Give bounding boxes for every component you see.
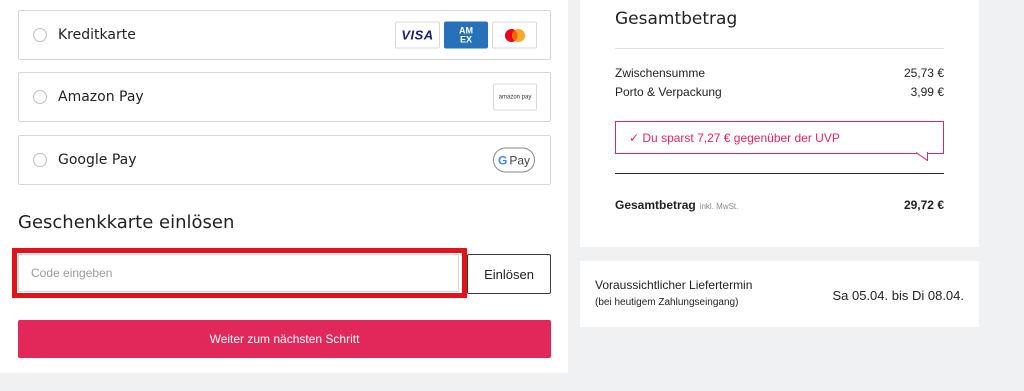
savings-text: ✓ Du sparst 7,27 € gegenüber der UVP <box>629 130 840 145</box>
delivery-panel: Voraussichtlicher Liefertermin (bei heut… <box>580 261 979 327</box>
savings-bubble-tail-icon <box>916 152 928 161</box>
mastercard-logo-icon <box>492 21 537 49</box>
next-step-button[interactable]: Weiter zum nächsten Schritt <box>18 320 551 358</box>
total-value: 29,72 € <box>903 198 944 212</box>
google-pay-logo-text: Pay <box>509 153 531 167</box>
payment-label-google-pay: Google Pay <box>58 152 137 168</box>
card-logos: VISA AM EX <box>395 21 537 49</box>
radio-amazon-pay[interactable] <box>33 90 47 104</box>
payment-option-google-pay[interactable]: Google Pay G Pay <box>18 135 551 185</box>
payment-option-amazon-pay[interactable]: Amazon Pay amazon pay <box>18 72 551 122</box>
total-row: Gesamtbetrag inkl. MwSt. 29,72 € <box>615 196 944 214</box>
delivery-sub-label: (bei heutigem Zahlungseingang) <box>595 297 739 308</box>
shipping-row: Porto & Verpackung 3,99 € <box>615 85 944 99</box>
amazon-pay-logo-icon: amazon pay <box>493 83 537 111</box>
radio-kreditkarte[interactable] <box>33 28 47 42</box>
radio-google-pay[interactable] <box>33 153 47 167</box>
visa-logo-icon: VISA <box>395 21 440 49</box>
amazon-pay-logos: amazon pay <box>493 83 537 111</box>
summary-divider <box>615 48 944 49</box>
subtotal-row: Zwischensumme 25,73 € <box>615 66 944 80</box>
shipping-label: Porto & Verpackung <box>615 85 722 99</box>
savings-notice: ✓ Du sparst 7,27 € gegenüber der UVP <box>615 121 944 161</box>
subtotal-label: Zwischensumme <box>615 66 706 80</box>
gift-card-title: Geschenkkarte einlösen <box>18 212 235 233</box>
total-note: inkl. MwSt. <box>699 202 739 211</box>
google-pay-logo-icon: G Pay <box>493 147 535 173</box>
checkout-left-panel: Kreditkarte VISA AM EX Amazon Pay amazon… <box>0 0 568 373</box>
summary-title: Gesamtbetrag <box>615 9 738 29</box>
payment-option-kreditkarte[interactable]: Kreditkarte VISA AM EX <box>18 10 551 60</box>
subtotal-value: 25,73 € <box>903 66 944 80</box>
shipping-value: 3,99 € <box>910 85 944 99</box>
payment-label-amazon-pay: Amazon Pay <box>58 89 144 105</box>
delivery-date: Sa 05.04. bis Di 08.04. <box>832 288 964 303</box>
amex-logo-line2: EX <box>459 34 472 44</box>
google-g-icon: G <box>497 153 508 167</box>
payment-label-kreditkarte: Kreditkarte <box>58 27 136 43</box>
summary-divider-bold <box>615 173 944 174</box>
redeem-button[interactable]: Einlösen <box>467 254 551 294</box>
total-label: Gesamtbetrag <box>615 198 696 212</box>
order-summary-panel: Gesamtbetrag Zwischensumme 25,73 € Porto… <box>580 0 979 247</box>
google-pay-logos: G Pay <box>493 147 535 173</box>
amex-logo-icon: AM EX <box>444 21 488 49</box>
total-label-group: Gesamtbetrag inkl. MwSt. <box>615 196 738 214</box>
gift-card-code-input[interactable] <box>18 254 459 292</box>
delivery-label: Voraussichtlicher Liefertermin <box>595 278 753 292</box>
